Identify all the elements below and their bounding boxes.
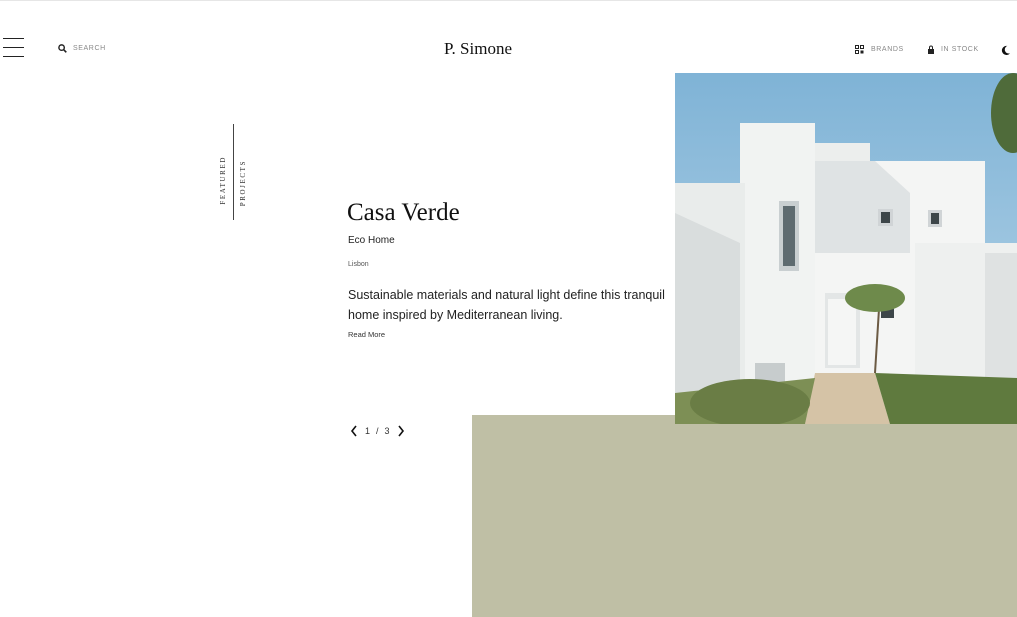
project-photo [675, 73, 1017, 424]
in-stock-label: IN STOCK [941, 46, 979, 53]
grid-icon [855, 45, 864, 54]
section-label-projects: PROJECTS [239, 160, 247, 207]
lock-icon [928, 45, 934, 54]
read-more-link[interactable]: Read More [348, 330, 385, 339]
page-separator: / [376, 426, 379, 436]
project-description: Sustainable materials and natural light … [348, 288, 665, 322]
project-location: Lisbon [348, 261, 369, 268]
chevron-right-icon[interactable] [396, 424, 405, 438]
project-subtitle: Eco Home [348, 235, 395, 246]
in-stock-link[interactable]: IN STOCK [928, 45, 979, 54]
moon-icon[interactable] [1000, 45, 1011, 56]
slider-pagination: 1 / 3 [350, 424, 405, 438]
top-border [0, 0, 1017, 1]
page-total: 3 [384, 426, 390, 436]
brands-label: BRANDS [871, 46, 904, 53]
brands-link[interactable]: BRANDS [855, 45, 904, 54]
olive-color-block [472, 415, 1017, 617]
page-current: 1 [365, 426, 371, 436]
section-label-featured: FEATURED [219, 156, 227, 205]
section-divider [233, 124, 234, 220]
project-title: Casa Verde [347, 199, 460, 226]
brand-logo[interactable]: P. Simone [0, 39, 956, 59]
chevron-left-icon[interactable] [350, 424, 359, 438]
